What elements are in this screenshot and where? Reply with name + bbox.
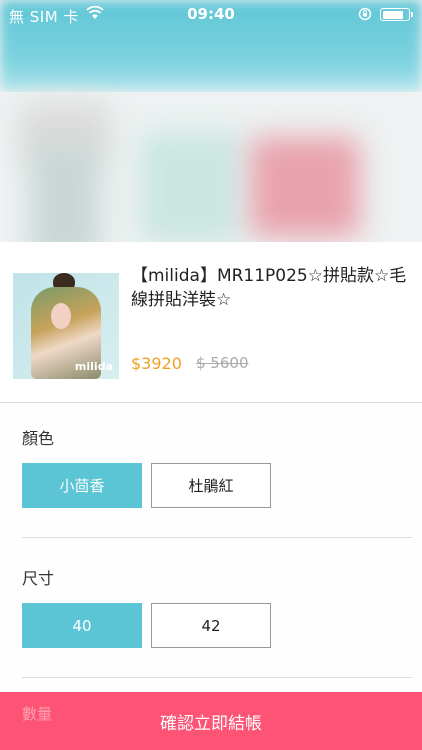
- blurred-content: [0, 92, 422, 262]
- product-image: milida: [13, 273, 119, 379]
- options-panel: 顏色 小茴香 杜鵑紅 尺寸 40 42: [0, 403, 422, 692]
- color-label: 顏色: [22, 429, 55, 448]
- size-option-42[interactable]: 42: [151, 603, 271, 648]
- checkout-bar: 數量 確認立即結帳: [0, 692, 422, 750]
- size-option-40[interactable]: 40: [22, 603, 142, 648]
- price-original: $ 5600: [196, 354, 249, 372]
- divider: [22, 677, 412, 678]
- product-image-brand: milida: [74, 360, 113, 373]
- battery-icon: [380, 8, 413, 21]
- color-option-azalea-red[interactable]: 杜鵑紅: [151, 463, 271, 508]
- size-label: 尺寸: [22, 569, 55, 588]
- battery-fill: [382, 10, 403, 19]
- color-option-fennel[interactable]: 小茴香: [22, 463, 142, 508]
- divider: [22, 537, 412, 538]
- checkout-button[interactable]: 確認立即結帳: [0, 709, 422, 734]
- rotation-lock-icon: [358, 7, 372, 21]
- price-current: $3920: [131, 354, 182, 373]
- product-summary: milida 【milida】MR11P025☆拼貼款☆毛線拼貼洋裝☆ $392…: [0, 242, 422, 403]
- status-bar: 無 SIM 卡 09:40: [0, 0, 422, 30]
- purchase-sheet: milida 【milida】MR11P025☆拼貼款☆毛線拼貼洋裝☆ $392…: [0, 242, 422, 750]
- product-title: 【milida】MR11P025☆拼貼款☆毛線拼貼洋裝☆: [131, 266, 407, 310]
